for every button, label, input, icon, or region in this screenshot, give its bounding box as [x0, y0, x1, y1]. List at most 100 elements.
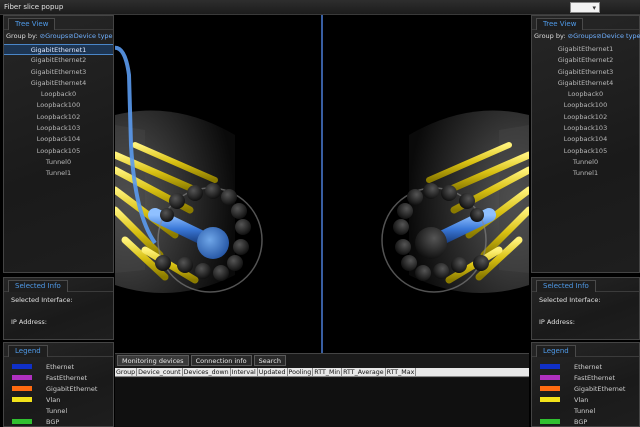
legend-label: Ethernet [574, 362, 602, 371]
column-header[interactable]: Updated [258, 368, 288, 376]
column-header[interactable]: Devices_down [183, 368, 231, 376]
legend-swatch [540, 419, 560, 424]
tree-item[interactable]: Tunnel0 [532, 157, 639, 168]
legend-label: Tunnel [574, 406, 596, 415]
left-legend-tab[interactable]: Legend [8, 345, 48, 357]
legend-label: FastEthernet [574, 373, 616, 382]
tree-item[interactable]: Loopback0 [532, 89, 639, 100]
column-header[interactable]: Group [115, 368, 138, 376]
group-option-groups[interactable]: ⊘Groups [568, 32, 597, 40]
legend-label: BGP [46, 417, 60, 426]
tree-item[interactable]: GigabitEthernet3 [532, 67, 639, 78]
left-group-by: Group by: ⊘Groups⊘Device type [4, 32, 113, 42]
legend-swatch [540, 364, 560, 369]
tab-search[interactable]: Search [253, 355, 286, 366]
legend-swatch [12, 408, 32, 413]
tree-item[interactable]: Loopback104 [532, 134, 639, 145]
tree-item[interactable]: GigabitEthernet1 [532, 44, 639, 55]
tree-item[interactable]: Loopback105 [532, 146, 639, 157]
left-tree-header: Tree View [4, 16, 113, 30]
column-header[interactable]: RTT_Max [386, 368, 417, 376]
legend-swatch [12, 397, 32, 402]
table-body [115, 378, 529, 427]
tree-item[interactable]: Tunnel0 [4, 157, 113, 168]
right-tree-panel: Tree View Group by: ⊘Groups⊘Device type … [531, 15, 640, 273]
group-option-device-type[interactable]: ⊘Device type [68, 32, 112, 40]
legend-swatch [540, 375, 560, 380]
column-header[interactable]: RTT_Average [342, 368, 386, 376]
group-option-groups[interactable]: ⊘Groups [40, 32, 69, 40]
tree-item[interactable]: Loopback100 [4, 100, 113, 111]
left-info-header: Selected Info [4, 278, 113, 292]
legend-swatch [12, 364, 32, 369]
column-header[interactable]: Device_count [137, 368, 183, 376]
right-info-tab[interactable]: Selected Info [536, 280, 596, 292]
legend-row: GigabitEthernet [532, 383, 639, 394]
tree-item[interactable]: Tunnel1 [532, 168, 639, 179]
legend-row: Vlan [532, 394, 639, 405]
chevron-down-icon: ▾ [592, 4, 596, 12]
column-header[interactable]: Interval [231, 368, 258, 376]
tree-item[interactable]: GigabitEthernet2 [532, 55, 639, 66]
legend-row: Ethernet [4, 361, 113, 372]
selected-interface-label: Selected Interface: [11, 296, 73, 304]
left-legend-list: Ethernet FastEthernet GigabitEthernet Vlan T… [4, 361, 113, 427]
left-tree-tab[interactable]: Tree View [8, 18, 56, 30]
tree-item[interactable]: Loopback102 [532, 112, 639, 123]
tab-monitoring-devices[interactable]: Monitoring devices [117, 355, 189, 366]
tree-item[interactable]: GigabitEthernet4 [532, 78, 639, 89]
legend-swatch [12, 386, 32, 391]
left-legend-header: Legend [4, 343, 113, 357]
tree-item[interactable]: GigabitEthernet2 [4, 55, 113, 66]
legend-row: BGP [532, 416, 639, 427]
legend-label: GigabitEthernet [574, 384, 626, 393]
tree-item[interactable]: GigabitEthernet4 [4, 78, 113, 89]
left-legend-panel: Legend Ethernet FastEthernet GigabitEthern… [3, 342, 114, 427]
legend-swatch [12, 419, 32, 424]
title-bar: Fiber slice popup ▾ [0, 0, 640, 15]
legend-row: Vlan [4, 394, 113, 405]
right-tree-tab[interactable]: Tree View [536, 18, 584, 30]
tree-item[interactable]: Loopback105 [4, 146, 113, 157]
view-dropdown[interactable]: ▾ [570, 2, 600, 13]
legend-label: Vlan [46, 395, 61, 404]
group-option-device-type[interactable]: ⊘Device type [596, 32, 640, 40]
bottom-tabs: Monitoring devices Connection info Searc… [117, 355, 286, 366]
right-legend-list: Ethernet FastEthernet GigabitEthernet Vlan T… [532, 361, 639, 427]
legend-swatch [540, 397, 560, 402]
column-header[interactable]: Pooling [288, 368, 314, 376]
window-title: Fiber slice popup [4, 3, 64, 11]
legend-swatch [12, 375, 32, 380]
tree-item[interactable]: GigabitEthernet3 [4, 67, 113, 78]
ip-address-label: IP Address: [11, 318, 47, 326]
legend-row: FastEthernet [4, 372, 113, 383]
tree-item[interactable]: GigabitEthernet1 [4, 44, 113, 56]
tree-item[interactable]: Loopback0 [4, 89, 113, 100]
right-fiber-cable [381, 110, 529, 293]
tree-item[interactable]: Loopback100 [532, 100, 639, 111]
tree-item[interactable]: Loopback102 [4, 112, 113, 123]
legend-label: FastEthernet [46, 373, 88, 382]
bottom-panel: Monitoring devices Connection info Searc… [115, 353, 529, 427]
ip-address-label: IP Address: [539, 318, 575, 326]
legend-label: Tunnel [46, 406, 68, 415]
fiber-visualization[interactable] [115, 15, 529, 353]
right-legend-panel: Legend Ethernet FastEthernet GigabitEthern… [531, 342, 640, 427]
tree-item[interactable]: Loopback103 [4, 123, 113, 134]
right-legend-tab[interactable]: Legend [536, 345, 576, 357]
tree-item[interactable]: Loopback103 [532, 123, 639, 134]
table-header: Group Device_count Devices_down Interval Upd… [115, 368, 529, 377]
right-tree-list: GigabitEthernet1 GigabitEthernet2 GigabitE… [532, 44, 639, 180]
legend-label: Vlan [574, 395, 589, 404]
tree-item[interactable]: Tunnel1 [4, 168, 113, 179]
left-tree-list: GigabitEthernet1 GigabitEthernet2 GigabitE… [4, 44, 113, 180]
left-info-tab[interactable]: Selected Info [8, 280, 68, 292]
right-group-by: Group by: ⊘Groups⊘Device type [532, 32, 640, 42]
right-info-panel: Selected Info Selected Interface: IP Add… [531, 277, 640, 340]
legend-row: GigabitEthernet [4, 383, 113, 394]
column-header[interactable]: RTT_Min [313, 368, 343, 376]
group-by-label: Group by: [6, 32, 38, 40]
tab-connection-info[interactable]: Connection info [190, 355, 252, 366]
tree-item[interactable]: Loopback104 [4, 134, 113, 145]
right-legend-header: Legend [532, 343, 639, 357]
